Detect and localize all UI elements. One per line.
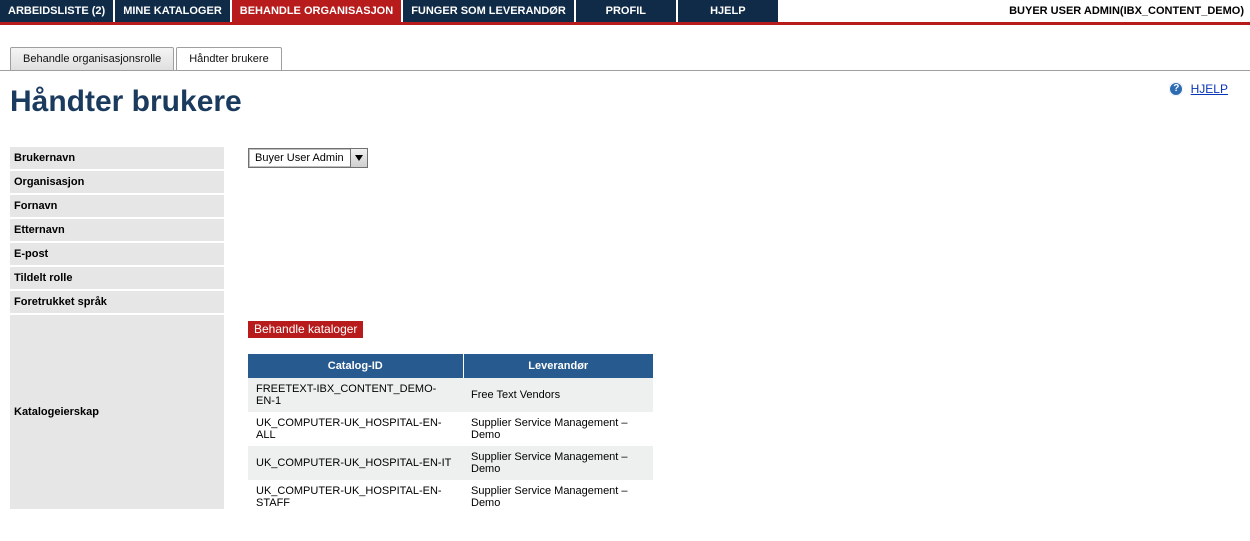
cell-vendor: Supplier Service Management – Demo bbox=[463, 480, 653, 514]
label-katalogeierskap: Katalogeierskap bbox=[10, 315, 224, 509]
col-catalog-id: Catalog-ID bbox=[248, 354, 463, 378]
label-epost: E-post bbox=[10, 243, 224, 265]
cell-vendor: Free Text Vendors bbox=[463, 378, 653, 412]
brukernavn-selected-value: Buyer User Admin bbox=[249, 152, 350, 164]
table-row: FREETEXT-IBX_CONTENT_DEMO-EN-1 Free Text… bbox=[248, 378, 653, 412]
label-fornavn: Fornavn bbox=[10, 195, 224, 217]
nav-my-catalogs[interactable]: MINE KATALOGER bbox=[115, 0, 230, 22]
nav-profile[interactable]: PROFIL bbox=[576, 0, 676, 22]
nav-worklist[interactable]: ARBEIDSLISTE (2) bbox=[0, 0, 113, 22]
chevron-down-icon bbox=[350, 149, 367, 167]
table-row: UK_COMPUTER-UK_HOSPITAL-EN-IT Supplier S… bbox=[248, 446, 653, 480]
catalog-section: Katalogeierskap Behandle kataloger Catal… bbox=[10, 315, 1250, 514]
sub-tabs: Behandle organisasjonsrolle Håndter bruk… bbox=[10, 47, 1250, 71]
nav-help[interactable]: HJELP bbox=[678, 0, 778, 22]
cell-catalog-id: UK_COMPUTER-UK_HOSPITAL-EN-ALL bbox=[248, 412, 463, 446]
label-brukernavn: Brukernavn bbox=[10, 147, 224, 169]
user-form: Brukernavn Buyer User Admin Organisasjon… bbox=[10, 147, 1250, 514]
top-nav: ARBEIDSLISTE (2) MINE KATALOGER BEHANDLE… bbox=[0, 0, 1250, 25]
label-tildelt-rolle: Tildelt rolle bbox=[10, 267, 224, 289]
page-title: Håndter brukere bbox=[10, 85, 1250, 119]
field-row-etternavn: Etternavn bbox=[10, 219, 1250, 241]
field-row-brukernavn: Brukernavn Buyer User Admin bbox=[10, 147, 1250, 169]
field-row-tildelt-rolle: Tildelt rolle bbox=[10, 267, 1250, 289]
label-organisasjon: Organisasjon bbox=[10, 171, 224, 193]
brukernavn-dropdown[interactable]: Buyer User Admin bbox=[248, 148, 368, 168]
catalog-section-heading: Behandle kataloger bbox=[248, 321, 363, 338]
cell-vendor: Supplier Service Management – Demo bbox=[463, 412, 653, 446]
tab-manage-users[interactable]: Håndter brukere bbox=[176, 47, 282, 71]
catalog-table: Catalog-ID Leverandør FREETEXT-IBX_CONTE… bbox=[248, 354, 653, 514]
cell-vendor: Supplier Service Management – Demo bbox=[463, 446, 653, 480]
help-box: ? HJELP bbox=[1169, 81, 1228, 96]
label-etternavn: Etternavn bbox=[10, 219, 224, 241]
current-user-label: BUYER USER ADMIN(IBX_CONTENT_DEMO) bbox=[1009, 0, 1244, 22]
label-foretrukket-sprak: Foretrukket språk bbox=[10, 291, 224, 313]
cell-catalog-id: FREETEXT-IBX_CONTENT_DEMO-EN-1 bbox=[248, 378, 463, 412]
cell-catalog-id: UK_COMPUTER-UK_HOSPITAL-EN-IT bbox=[248, 446, 463, 480]
field-row-organisasjon: Organisasjon bbox=[10, 171, 1250, 193]
field-row-epost: E-post bbox=[10, 243, 1250, 265]
col-leverandor: Leverandør bbox=[463, 354, 653, 378]
nav-manage-organisation[interactable]: BEHANDLE ORGANISASJON bbox=[232, 0, 401, 22]
table-row: UK_COMPUTER-UK_HOSPITAL-EN-STAFF Supplie… bbox=[248, 480, 653, 514]
help-link[interactable]: HJELP bbox=[1191, 82, 1228, 96]
table-row: UK_COMPUTER-UK_HOSPITAL-EN-ALL Supplier … bbox=[248, 412, 653, 446]
field-row-fornavn: Fornavn bbox=[10, 195, 1250, 217]
catalog-header-row: Catalog-ID Leverandør bbox=[248, 354, 653, 378]
tab-manage-org-role[interactable]: Behandle organisasjonsrolle bbox=[10, 47, 174, 71]
cell-catalog-id: UK_COMPUTER-UK_HOSPITAL-EN-STAFF bbox=[248, 480, 463, 514]
nav-act-as-supplier[interactable]: FUNGER SOM LEVERANDØR bbox=[403, 0, 574, 22]
help-icon: ? bbox=[1169, 82, 1183, 96]
field-row-foretrukket-sprak: Foretrukket språk bbox=[10, 291, 1250, 313]
